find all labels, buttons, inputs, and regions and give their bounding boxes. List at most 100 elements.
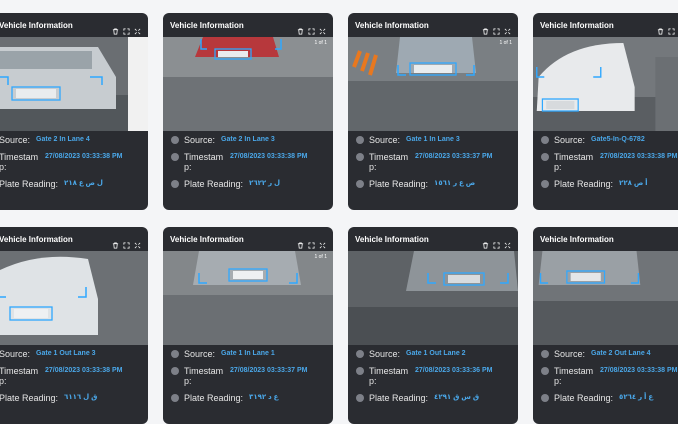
frame-icon[interactable] (668, 22, 675, 35)
timestamp-row: Timestam p: 27/08/2023 03:33:38 PM (0, 152, 123, 172)
timestamp-value: 27/08/2023 03:33:38 PM (600, 367, 678, 374)
source-row: Source: Gate 1 Out Lane 2 (356, 349, 510, 359)
clock-icon (171, 153, 179, 161)
clock-icon (356, 153, 364, 161)
expand-icon[interactable] (319, 22, 326, 34)
source-row: Source: Gate 2 Out Lane 4 (541, 349, 678, 359)
delete-icon[interactable] (482, 22, 489, 35)
card-title: Vehicle Information (170, 20, 244, 30)
plate-icon (171, 394, 179, 402)
vehicle-card[interactable]: Vehicle Information Source: Gate5-In-Q-67… (533, 13, 678, 210)
plate-value: ق ل ٦١١٦ (64, 394, 98, 401)
timestamp-value: 27/08/2023 03:33:38 PM (45, 153, 123, 160)
vehicle-snapshot[interactable]: 1 of 1 (348, 37, 518, 131)
card-header: Vehicle Information (163, 227, 333, 251)
timestamp-value: 27/08/2023 03:33:37 PM (415, 153, 493, 160)
plate-value: ص ع ر ١٥٦١ (434, 180, 476, 187)
timestamp-value: 27/08/2023 03:33:38 PM (45, 367, 123, 374)
timestamp-value: 27/08/2023 03:33:36 PM (415, 367, 493, 374)
card-title: Vehicle Information (170, 234, 244, 244)
vehicle-card[interactable]: Vehicle Information 1 of 1 Source: Gate 1… (348, 13, 518, 210)
vehicle-card[interactable]: Vehicle Information Source: Gate 1 Out La… (348, 227, 518, 424)
source-value: Gate 1 In Lane 1 (221, 350, 275, 357)
page-indicator: 1 of 1 (314, 254, 327, 260)
card-title: Vehicle Information (0, 234, 73, 244)
expand-icon[interactable] (134, 22, 141, 34)
timestamp-value: 27/08/2023 03:33:37 PM (230, 367, 308, 374)
frame-icon[interactable] (123, 236, 130, 249)
source-row: Source: Gate 1 In Lane 3 (356, 135, 510, 145)
vehicle-snapshot[interactable]: 1 of 1 (163, 251, 333, 345)
plate-icon (356, 180, 364, 188)
plate-row: Plate Reading: ع أ ر ٥٢٦٤ (541, 393, 678, 403)
timestamp-row: Timestam p: 27/08/2023 03:33:38 PM (171, 152, 325, 172)
source-value: Gate 1 In Lane 3 (406, 136, 460, 143)
vehicle-grid: Vehicle Information Source: Gate 2 In Lan… (0, 0, 678, 424)
camera-icon (171, 350, 179, 358)
source-value: Gate5-In-Q-6782 (591, 136, 645, 143)
vehicle-snapshot[interactable] (533, 251, 678, 345)
source-value: Gate 2 Out Lane 4 (591, 350, 651, 357)
clock-icon (541, 367, 549, 375)
frame-icon[interactable] (493, 236, 500, 249)
plate-icon (541, 180, 549, 188)
camera-icon (541, 350, 549, 358)
clock-icon (541, 153, 549, 161)
camera-icon (356, 350, 364, 358)
camera-icon (541, 136, 549, 144)
timestamp-value: 27/08/2023 03:33:38 PM (600, 153, 678, 160)
expand-icon[interactable] (134, 236, 141, 248)
plate-row: Plate Reading: أ ص ٢٢٨ (541, 179, 678, 189)
plate-icon (356, 394, 364, 402)
expand-icon[interactable] (504, 236, 511, 248)
vehicle-snapshot[interactable] (348, 251, 518, 345)
vehicle-card[interactable]: Vehicle Information 1 of 1 Source: Gate 2… (163, 13, 333, 210)
card-header: Vehicle Information (533, 13, 678, 37)
vehicle-snapshot[interactable] (533, 37, 678, 131)
vehicle-card[interactable]: Vehicle Information 1 of 1 Source: Gate 1… (163, 227, 333, 424)
plate-value: ل ص ع ٢١٨ (64, 180, 103, 187)
source-row: Source: Gate 1 Out Lane 3 (0, 349, 96, 359)
clock-icon (356, 367, 364, 375)
timestamp-row: Timestam p: 27/08/2023 03:33:36 PM (356, 366, 510, 386)
delete-icon[interactable] (657, 22, 664, 35)
plate-row: Plate Reading: ل ر ٢٦٢٢ (171, 179, 325, 189)
card-title: Vehicle Information (355, 234, 429, 244)
frame-icon[interactable] (308, 22, 315, 35)
camera-icon (356, 136, 364, 144)
vehicle-card[interactable]: Vehicle Information Source: Gate 2 Out La… (533, 227, 678, 424)
card-header: Vehicle Information (348, 13, 518, 37)
page-indicator: 1 of 1 (314, 40, 327, 46)
card-title: Vehicle Information (355, 20, 429, 30)
expand-icon[interactable] (319, 236, 326, 248)
frame-icon[interactable] (308, 236, 315, 249)
card-header: Vehicle Information (0, 13, 148, 37)
plate-icon (171, 180, 179, 188)
source-value: Gate 2 In Lane 3 (221, 136, 275, 143)
vehicle-snapshot[interactable] (0, 37, 148, 131)
card-title: Vehicle Information (540, 234, 614, 244)
card-title: Vehicle Information (0, 20, 73, 30)
source-row: Source: Gate 2 In Lane 3 (171, 135, 325, 145)
card-header: Vehicle Information (0, 227, 148, 251)
vehicle-card[interactable]: Vehicle Information Source: Gate 1 Out La… (0, 227, 148, 424)
frame-icon[interactable] (123, 22, 130, 35)
vehicle-snapshot[interactable] (0, 251, 148, 345)
delete-icon[interactable] (112, 22, 119, 35)
delete-icon[interactable] (297, 22, 304, 35)
source-row: Source: Gate5-In-Q-6782 (541, 135, 678, 145)
delete-icon[interactable] (112, 236, 119, 249)
source-value: Gate 2 In Lane 4 (36, 136, 90, 143)
delete-icon[interactable] (482, 236, 489, 249)
source-value: Gate 1 Out Lane 2 (406, 350, 466, 357)
vehicle-snapshot[interactable]: 1 of 1 (163, 37, 333, 131)
card-header: Vehicle Information (163, 13, 333, 37)
timestamp-value: 27/08/2023 03:33:38 PM (230, 153, 308, 160)
plate-row: Plate Reading: ل ص ع ٢١٨ (0, 179, 103, 189)
frame-icon[interactable] (493, 22, 500, 35)
timestamp-row: Timestam p: 27/08/2023 03:33:37 PM (356, 152, 510, 172)
vehicle-card[interactable]: Vehicle Information Source: Gate 2 In Lan… (0, 13, 148, 210)
delete-icon[interactable] (297, 236, 304, 249)
plate-row: Plate Reading: ق ل ٦١١٦ (0, 393, 98, 403)
expand-icon[interactable] (504, 22, 511, 34)
